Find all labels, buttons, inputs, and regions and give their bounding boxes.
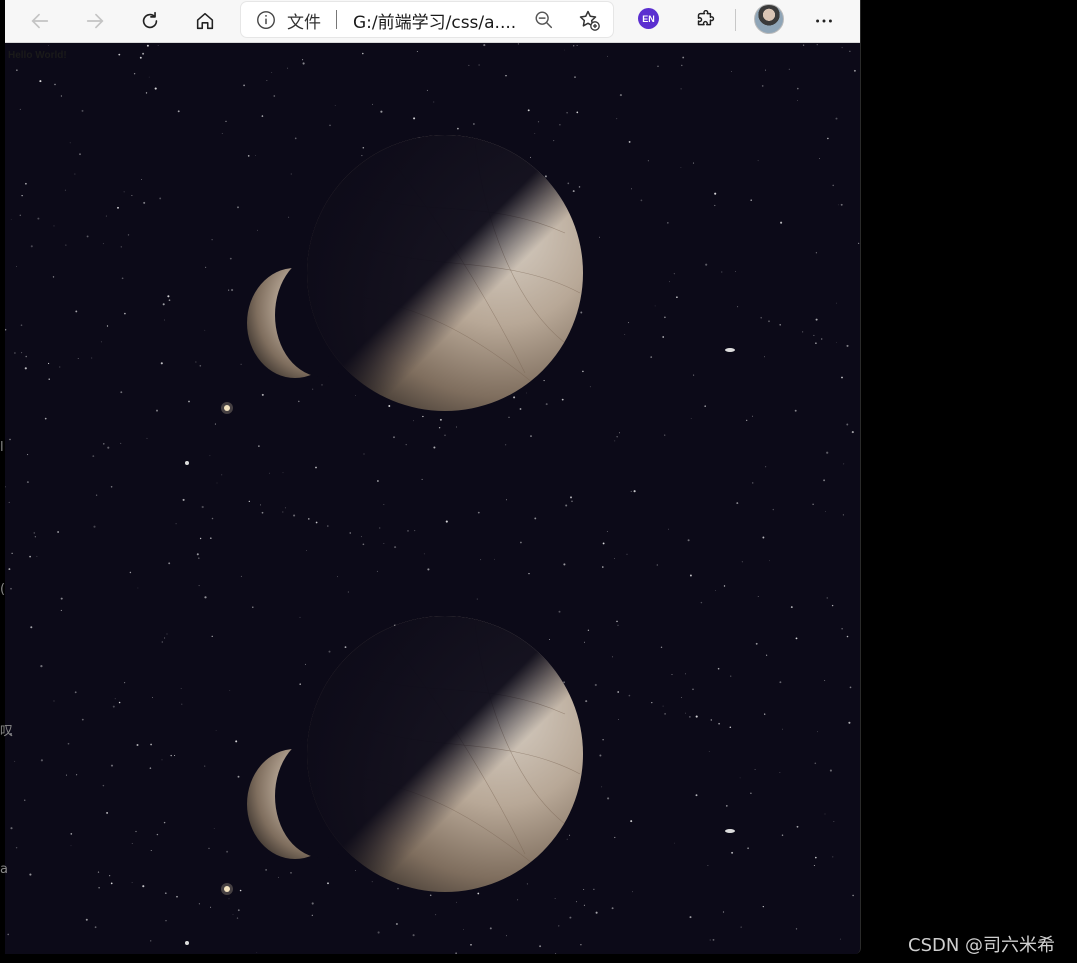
address-file-label: 文件 — [287, 13, 321, 33]
planet-large-bottom — [307, 616, 583, 892]
address-url[interactable]: G:/前端学习/css/a.... — [353, 8, 516, 33]
puzzle-icon — [697, 10, 715, 26]
home-icon — [196, 12, 214, 30]
edge-glyph-1: l — [0, 440, 4, 455]
edge-glyph-2: ( — [0, 582, 6, 597]
browser-toolbar: 文件 G:/前端学习/css/a.... EN — [5, 0, 860, 43]
csdn-watermark: CSDN @司六米希 — [908, 935, 1056, 956]
address-separator — [336, 10, 337, 29]
extensions-button[interactable] — [688, 5, 720, 37]
info-icon[interactable] — [255, 9, 277, 31]
edge-glyph-4: a — [0, 862, 8, 877]
arrow-left-icon — [31, 13, 49, 29]
planet-large-top — [307, 135, 583, 411]
profile-avatar[interactable] — [754, 4, 784, 34]
refresh-button[interactable] — [134, 5, 166, 37]
address-bar[interactable]: 文件 G:/前端学习/css/a.... — [241, 2, 613, 37]
browser-window: 文件 G:/前端学习/css/a.... EN Hello World! — [5, 0, 861, 954]
more-menu-button[interactable] — [808, 5, 840, 37]
edge-glyph-3: 叹 — [0, 724, 14, 739]
translate-extension-button[interactable]: EN — [638, 8, 659, 29]
arrow-right-icon — [86, 13, 104, 29]
more-dots-icon — [816, 19, 832, 23]
space-background-image — [5, 43, 860, 954]
add-favorite-icon[interactable] — [577, 8, 601, 32]
home-button[interactable] — [189, 5, 221, 37]
toolbar-divider — [735, 9, 736, 31]
back-button[interactable] — [24, 5, 56, 37]
zoom-out-icon[interactable] — [533, 9, 555, 31]
forward-button[interactable] — [79, 5, 111, 37]
page-content: Hello World! — [5, 43, 860, 954]
hello-world-text: Hello World! — [8, 50, 67, 61]
refresh-icon — [142, 11, 158, 29]
